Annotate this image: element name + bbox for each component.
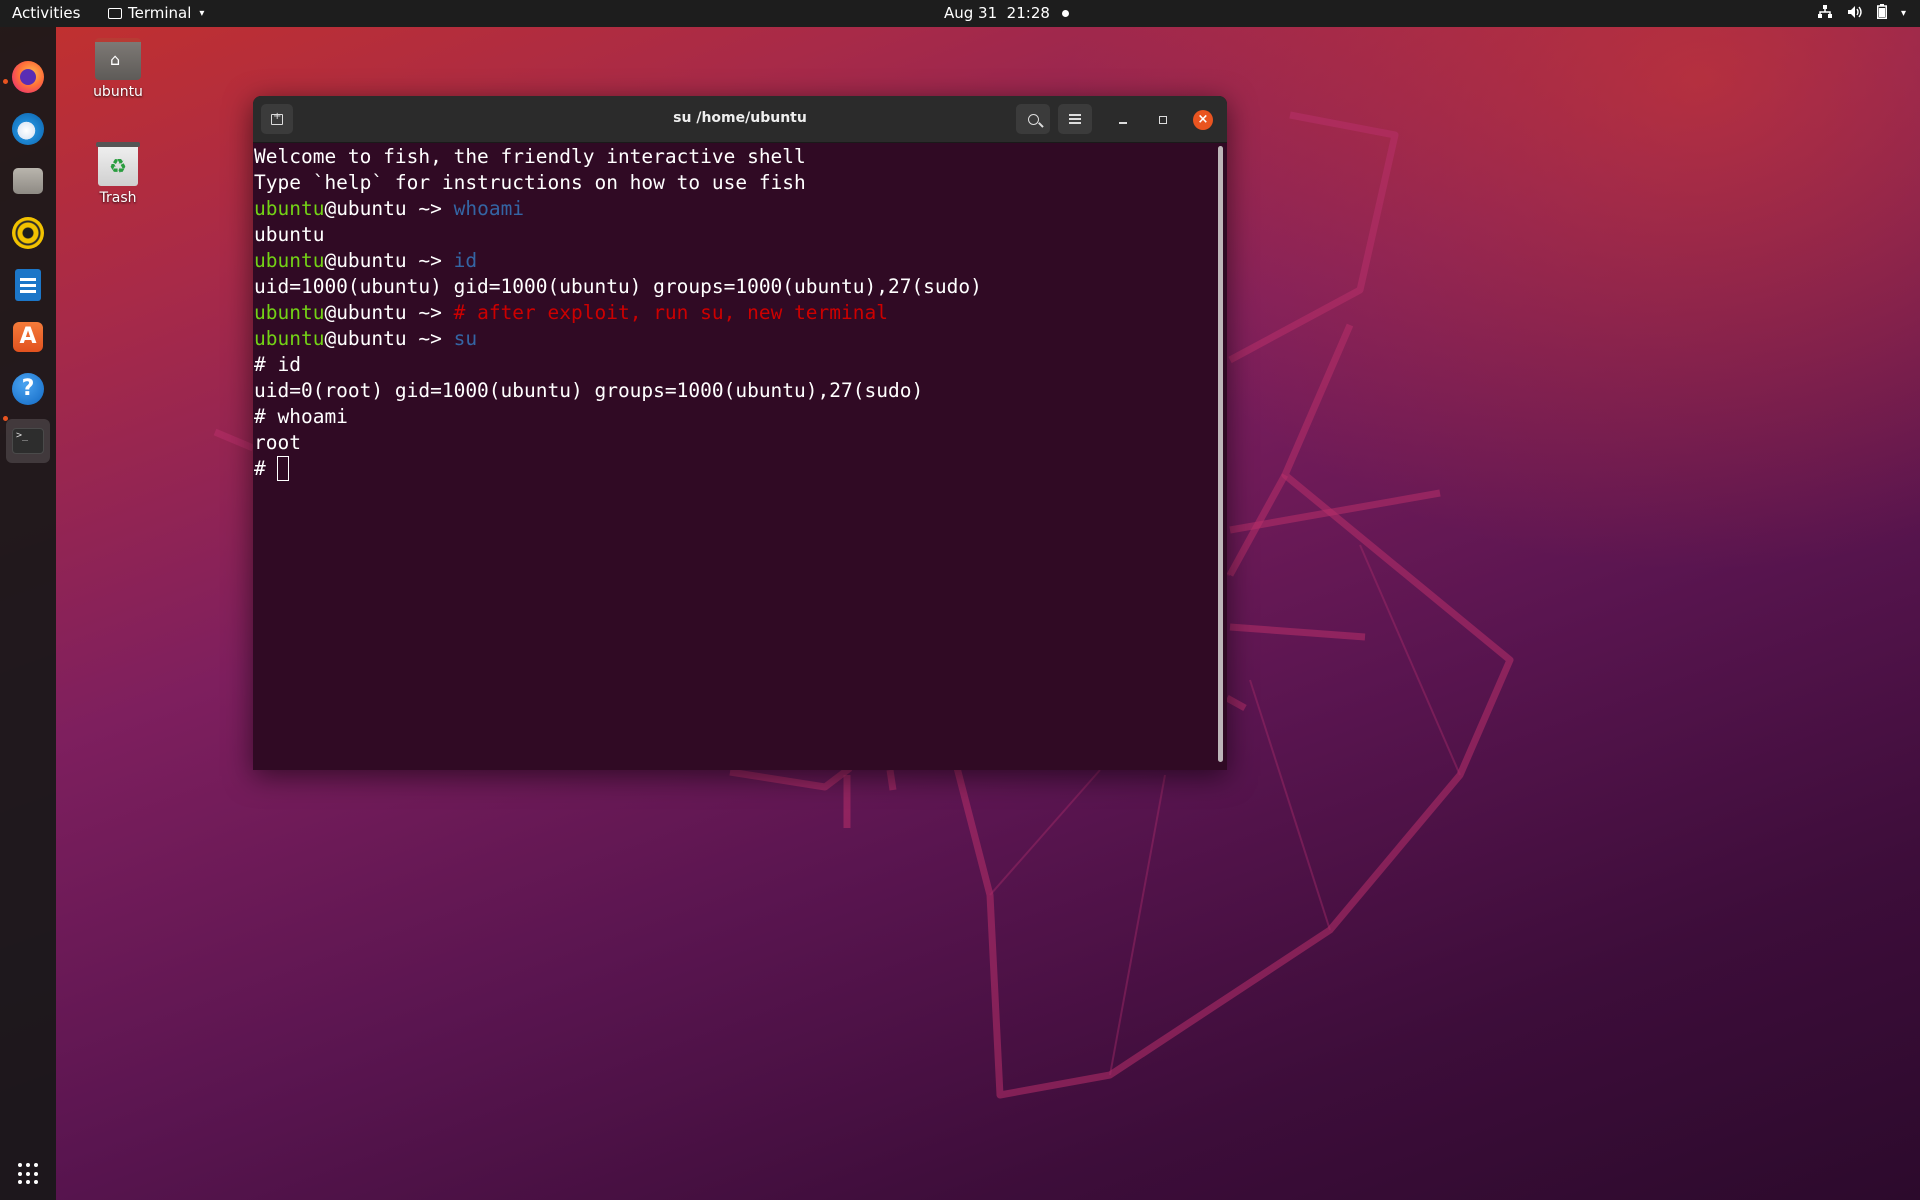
terminal-line: ubuntu@ubuntu ~> id	[253, 248, 1215, 274]
chevron-down-icon: ▾	[199, 7, 205, 19]
terminal-line: #	[253, 456, 1215, 482]
prompt-separator: ~>	[406, 301, 454, 324]
maximize-button[interactable]	[1153, 110, 1173, 130]
command-text: su	[453, 327, 478, 350]
terminal-line: ubuntu@ubuntu ~> whoami	[253, 196, 1215, 222]
grid-icon	[18, 1163, 22, 1167]
system-tray[interactable]: ▾	[1817, 4, 1906, 23]
terminal-line: Type `help` for instructions on how to u…	[254, 171, 806, 194]
terminal-line: ubuntu	[254, 223, 325, 246]
desktop-icon-trash[interactable]: ♻ Trash	[68, 142, 168, 206]
terminal-app-icon	[108, 7, 122, 19]
thunderbird-icon	[12, 113, 44, 145]
minimize-button[interactable]	[1113, 110, 1133, 130]
terminal-line: uid=0(root) gid=1000(ubuntu) groups=1000…	[254, 379, 924, 402]
terminal-line: # whoami	[254, 405, 348, 428]
search-icon	[1027, 113, 1039, 125]
window-titlebar[interactable]: su /home/ubuntu ×	[253, 96, 1227, 143]
desktop-icon-label: ubuntu	[93, 84, 143, 100]
search-button[interactable]	[1016, 104, 1050, 134]
terminal-line: root	[254, 431, 301, 454]
terminal-line: Welcome to fish, the friendly interactiv…	[254, 145, 806, 168]
app-menu-button[interactable]: Terminal ▾	[108, 4, 204, 22]
dock-item-thunderbird[interactable]	[6, 107, 50, 151]
top-bar: Activities Terminal ▾ Aug 31 21:28 ▾	[0, 0, 1920, 27]
volume-icon	[1847, 5, 1863, 23]
rhythmbox-icon	[12, 217, 44, 249]
prompt-host: @ubuntu	[324, 249, 407, 272]
prompt-host: @ubuntu	[324, 327, 407, 350]
prompt-user: ubuntu	[254, 197, 325, 220]
hamburger-menu-icon	[1069, 118, 1081, 120]
files-icon	[13, 168, 43, 194]
help-icon: ?	[12, 373, 44, 405]
terminal-line: ubuntu@ubuntu ~> # after exploit, run su…	[253, 300, 1215, 326]
software-icon: A	[13, 322, 43, 352]
dock-item-terminal[interactable]: >_	[6, 419, 50, 463]
menu-button[interactable]	[1058, 104, 1092, 134]
battery-icon	[1876, 4, 1887, 23]
network-icon	[1817, 4, 1833, 23]
command-text: whoami	[453, 197, 525, 220]
close-icon: ×	[1197, 112, 1209, 127]
minimize-icon	[1119, 122, 1127, 124]
firefox-icon	[12, 61, 44, 93]
terminal-line: ubuntu@ubuntu ~> su	[253, 326, 1215, 352]
terminal-icon: >_	[12, 428, 44, 454]
prompt-separator: ~>	[406, 249, 454, 272]
terminal-output[interactable]: Welcome to fish, the friendly interactiv…	[253, 142, 1215, 770]
maximize-icon	[1159, 116, 1167, 124]
running-indicator	[3, 79, 8, 84]
comment-text: # after exploit, run su, new terminal	[453, 301, 888, 324]
prompt-user: ubuntu	[254, 327, 325, 350]
prompt-host: @ubuntu	[324, 197, 407, 220]
desktop: Activities Terminal ▾ Aug 31 21:28 ▾ A ?…	[0, 0, 1920, 1200]
writer-icon	[15, 269, 41, 301]
home-folder-icon: ⌂	[95, 38, 141, 80]
prompt-user: ubuntu	[254, 301, 325, 324]
prompt-host: @ubuntu	[324, 301, 407, 324]
dock-item-rhythmbox[interactable]	[6, 211, 50, 255]
clock-button[interactable]: Aug 31 21:28	[944, 4, 1069, 22]
power-menu-chevron-icon: ▾	[1900, 8, 1906, 19]
app-menu-label: Terminal	[128, 4, 192, 22]
desktop-icon-label: Trash	[99, 190, 137, 206]
show-applications-button[interactable]	[17, 1162, 41, 1186]
dock-item-help[interactable]: ?	[6, 367, 50, 411]
terminal-line: # id	[254, 353, 301, 376]
running-indicator	[3, 416, 8, 421]
dock-item-firefox[interactable]	[6, 55, 50, 99]
dock: A ? >_	[0, 27, 56, 1200]
dock-item-libreoffice-writer[interactable]	[6, 263, 50, 307]
trash-icon: ♻	[96, 142, 140, 186]
clock-label: Aug 31 21:28	[944, 4, 1050, 22]
terminal-window[interactable]: su /home/ubuntu × Welcome to fish, the f…	[253, 96, 1227, 770]
prompt-separator: ~>	[406, 327, 454, 350]
dock-item-files[interactable]	[6, 159, 50, 203]
prompt-separator: ~>	[406, 197, 454, 220]
activities-button[interactable]: Activities	[12, 4, 80, 22]
prompt-user: ubuntu	[254, 249, 325, 272]
close-button[interactable]: ×	[1193, 110, 1213, 130]
terminal-scrollbar[interactable]	[1218, 146, 1223, 762]
root-prompt: #	[254, 457, 278, 480]
command-text: id	[453, 249, 478, 272]
text-cursor	[277, 456, 290, 481]
dock-item-ubuntu-software[interactable]: A	[6, 315, 50, 359]
notification-dot-icon	[1061, 9, 1069, 17]
terminal-line: uid=1000(ubuntu) gid=1000(ubuntu) groups…	[254, 275, 982, 298]
desktop-icon-home[interactable]: ⌂ ubuntu	[68, 38, 168, 100]
